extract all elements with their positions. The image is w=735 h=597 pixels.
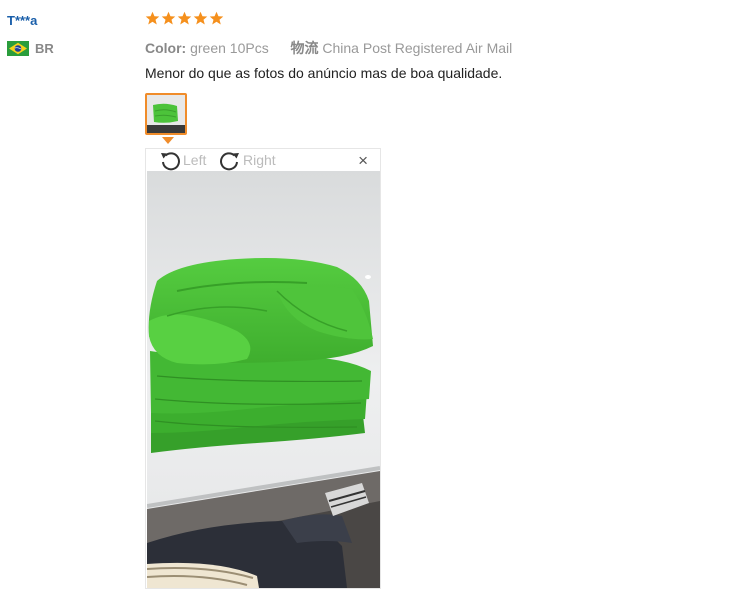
rotate-left-label: Left xyxy=(183,152,207,168)
rotate-right-icon xyxy=(220,152,239,171)
review-photo xyxy=(147,171,380,588)
rating-stars xyxy=(145,11,224,26)
review-photo-thumbnail[interactable] xyxy=(145,93,187,135)
star-icon xyxy=(145,11,160,25)
color-value: green 10Pcs xyxy=(190,40,269,56)
rotate-right-label: Right xyxy=(243,152,276,168)
star-icon xyxy=(193,11,208,25)
rotate-left-button[interactable]: Left xyxy=(158,149,206,171)
thumbnail-pointer xyxy=(162,137,174,144)
star-icon xyxy=(177,11,192,25)
star-icon xyxy=(209,11,224,25)
viewer-toolbar: Left Right × xyxy=(146,149,380,171)
photo-viewer: Left Right × xyxy=(145,148,381,589)
rotate-left-icon xyxy=(161,152,180,171)
reviewer-country: BR xyxy=(7,41,54,56)
color-label: Color: xyxy=(145,40,187,56)
order-info: Color: green 10Pcs 物流 China Post Registe… xyxy=(145,38,512,58)
rotate-right-button[interactable]: Right xyxy=(218,149,276,171)
star-icon xyxy=(161,11,176,25)
country-code: BR xyxy=(35,41,54,56)
brazil-flag-icon xyxy=(7,41,29,56)
close-icon[interactable]: × xyxy=(358,151,368,171)
review-text: Menor do que as fotos do anúncio mas de … xyxy=(145,65,503,81)
shipping-value: China Post Registered Air Mail xyxy=(322,40,513,56)
thumbnail-image xyxy=(147,95,185,133)
green-towels-photo xyxy=(147,171,380,588)
shipping-label: 物流 xyxy=(290,40,319,56)
reviewer-name[interactable]: T***a xyxy=(7,13,37,28)
